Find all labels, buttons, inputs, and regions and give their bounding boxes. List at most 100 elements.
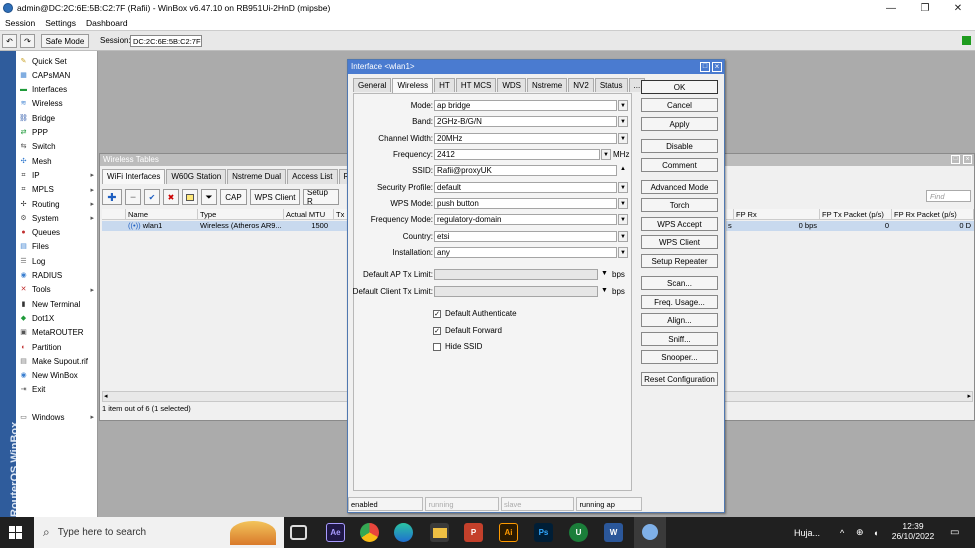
band-dropdown-icon[interactable]: ▼ — [618, 116, 628, 127]
tab-general[interactable]: General — [353, 78, 391, 92]
reset-configuration-button[interactable]: Reset Configuration — [641, 372, 718, 386]
sidebar-item-metarouter[interactable]: ▣MetaROUTER — [16, 326, 98, 340]
enable-icon[interactable]: ✔ — [144, 189, 160, 205]
redo-icon[interactable]: ↷ — [20, 34, 35, 48]
sidebar-item-interfaces[interactable]: ▬Interfaces — [16, 83, 98, 97]
column-fp-tx-packet[interactable]: FP Tx Packet (p/s) — [820, 209, 892, 219]
channel-width-dropdown-icon[interactable]: ▼ — [618, 133, 628, 144]
country-dropdown-icon[interactable]: ▼ — [618, 231, 628, 242]
channel-width-select[interactable]: 20MHz — [434, 133, 617, 144]
sidebar-item-mesh[interactable]: ✣Mesh — [16, 154, 98, 168]
task-view-icon[interactable] — [290, 525, 307, 540]
edge-icon[interactable] — [394, 523, 413, 542]
maximize-icon[interactable]: ❐ — [908, 0, 942, 16]
installation-dropdown-icon[interactable]: ▼ — [618, 247, 628, 258]
volume-icon[interactable]: ◖ — [873, 517, 878, 548]
freq-usage-button[interactable]: Freq. Usage... — [641, 295, 718, 309]
notification-icon[interactable]: ▭ — [950, 517, 959, 548]
frequency-mode-select[interactable]: regulatory-domain — [434, 214, 617, 225]
column-fp-rx[interactable]: FP Rx — [734, 209, 820, 219]
band-select[interactable]: 2GHz-B/G/N — [434, 116, 617, 127]
sidebar-item-log[interactable]: ☰Log — [16, 254, 98, 268]
table-row-right[interactable]: s 0 bps 0 0 D — [726, 221, 974, 231]
network-icon[interactable]: ⊕ — [856, 517, 864, 548]
sidebar-item-dot1x[interactable]: ◆Dot1X — [16, 311, 98, 325]
tab-nv2[interactable]: NV2 — [568, 78, 594, 92]
default-authenticate-checkbox[interactable]: ✓ Default Authenticate — [433, 309, 517, 318]
close-icon[interactable]: × — [963, 155, 972, 164]
tab-status[interactable]: Status — [595, 78, 628, 92]
sidebar-item-bridge[interactable]: ⛓Bridge — [16, 111, 98, 125]
tab-ht-mcs[interactable]: HT MCS — [456, 78, 497, 92]
sidebar-item-system[interactable]: ⚙System▸ — [16, 211, 98, 225]
tab-wds[interactable]: WDS — [497, 78, 526, 92]
close-icon[interactable]: × — [712, 62, 722, 72]
country-select[interactable]: etsi — [434, 231, 617, 242]
sidebar-item-switch[interactable]: ⇆Switch — [16, 140, 98, 154]
comment-icon[interactable] — [182, 189, 198, 205]
column-actual-mtu[interactable]: Actual MTU — [284, 209, 334, 219]
sniff-button[interactable]: Sniff... — [641, 332, 718, 346]
tab-w60g-station[interactable]: W60G Station — [166, 169, 226, 184]
clock[interactable]: 12:39 26/10/2022 — [889, 521, 937, 541]
sidebar-item-new-winbox[interactable]: ◉New WinBox — [16, 369, 98, 383]
after-effects-icon[interactable]: Ae — [326, 523, 345, 542]
sidebar-item-routing[interactable]: ✢Routing▸ — [16, 197, 98, 211]
find-input[interactable]: Find — [926, 190, 971, 202]
sidebar-item-queues[interactable]: ●Queues — [16, 226, 98, 240]
photoshop-icon[interactable]: Ps — [534, 523, 553, 542]
sidebar-item-capsman[interactable]: ▦CAPsMAN — [16, 68, 98, 82]
word-icon[interactable]: W — [604, 523, 623, 542]
illustrator-icon[interactable]: Ai — [499, 523, 518, 542]
advanced-mode-button[interactable]: Advanced Mode — [641, 180, 718, 194]
sidebar-item-tools[interactable]: ✕Tools▸ — [16, 283, 98, 297]
column-type[interactable]: Type — [198, 209, 284, 219]
maximize-icon[interactable]: □ — [700, 62, 710, 72]
sidebar-item-quick-set[interactable]: ✎Quick Set — [16, 54, 98, 68]
column-tx[interactable]: Tx — [334, 209, 348, 219]
sidebar-item-wireless[interactable]: ≋Wireless — [16, 97, 98, 111]
sidebar-item-mpls[interactable]: ⌗MPLS▸ — [16, 183, 98, 197]
chevron-up-icon[interactable]: ^ — [840, 517, 844, 548]
scroll-right-icon[interactable]: ▸ — [967, 392, 971, 400]
torch-button[interactable]: Torch — [641, 198, 718, 212]
column-fp-rx-packet[interactable]: FP Rx Packet (p/s) — [892, 209, 974, 219]
wps-accept-button[interactable]: WPS Accept — [641, 217, 718, 231]
ap-tx-limit-field[interactable] — [434, 269, 598, 280]
scroll-left-icon[interactable]: ◂ — [104, 392, 108, 400]
sidebar-item-windows[interactable]: ▭Windows▸ — [16, 410, 98, 424]
security-profile-dropdown-icon[interactable]: ▼ — [618, 182, 628, 193]
sidebar-item-new-terminal[interactable]: ▮New Terminal — [16, 297, 98, 311]
add-icon[interactable]: ✚ — [102, 189, 122, 205]
security-profile-select[interactable]: default — [434, 182, 617, 193]
column-name[interactable]: Name — [126, 209, 198, 219]
mode-select[interactable]: ap bridge — [434, 100, 617, 111]
close-icon[interactable]: ✕ — [941, 0, 975, 16]
cancel-button[interactable]: Cancel — [641, 98, 718, 112]
sidebar-item-files[interactable]: ▤Files — [16, 240, 98, 254]
maximize-icon[interactable]: □ — [951, 155, 960, 164]
sidebar-item-radius[interactable]: ◉RADIUS — [16, 269, 98, 283]
taskbar-search-input[interactable]: ⌕ Type here to search — [34, 517, 284, 548]
menu-session[interactable]: Session — [0, 18, 40, 28]
table-row[interactable]: ((•)) wlan1 Wireless (Atheros AR9... 150… — [102, 221, 348, 231]
menu-settings[interactable]: Settings — [40, 18, 81, 28]
installation-select[interactable]: any — [434, 247, 617, 258]
powerpoint-icon[interactable]: P — [464, 523, 483, 542]
ssid-field[interactable]: Rafii@proxyUK — [434, 165, 617, 176]
filter-icon[interactable]: ⏷ — [201, 189, 217, 205]
sidebar-item-partition[interactable]: ◐Partition — [16, 340, 98, 354]
tab-nstreme[interactable]: Nstreme — [527, 78, 567, 92]
tab-nstreme-dual[interactable]: Nstreme Dual — [227, 169, 286, 184]
wps-client-button[interactable]: WPS Client — [250, 189, 300, 205]
ssid-collapse-icon[interactable]: ▲ — [620, 166, 626, 172]
setup-repeater-button[interactable]: Setup R — [303, 189, 339, 205]
sidebar-item-ppp[interactable]: ⇄PPP — [16, 126, 98, 140]
upwork-icon[interactable]: U — [569, 523, 588, 542]
safe-mode-button[interactable]: Safe Mode — [41, 34, 89, 48]
minimize-icon[interactable]: — — [874, 0, 908, 16]
frequency-mode-dropdown-icon[interactable]: ▼ — [618, 214, 628, 225]
client-tx-limit-field[interactable] — [434, 286, 598, 297]
client-tx-limit-dropdown-icon[interactable]: ▼ — [601, 287, 608, 294]
setup-repeater-button[interactable]: Setup Repeater — [641, 254, 718, 268]
